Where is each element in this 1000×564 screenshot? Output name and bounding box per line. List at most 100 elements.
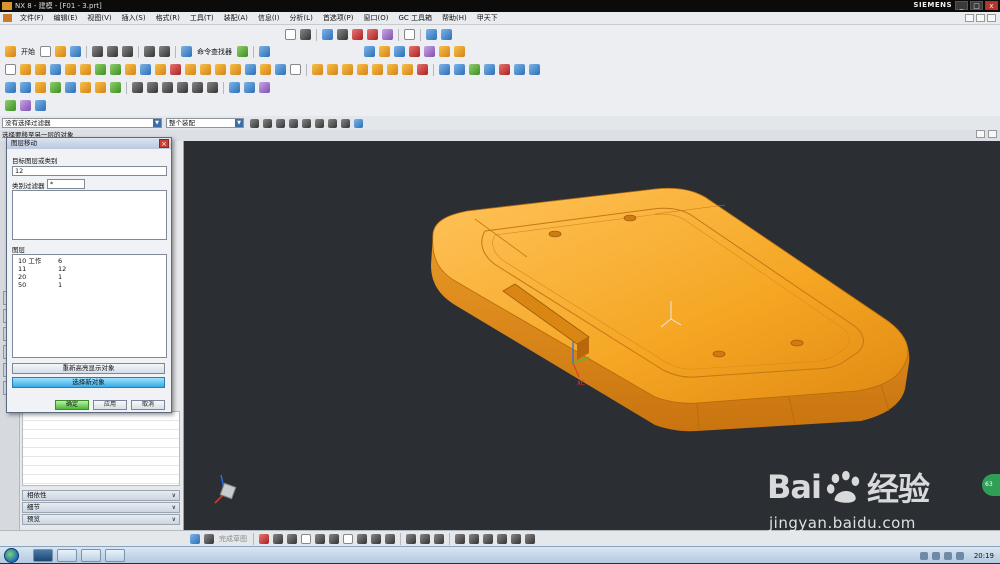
edit-object-display-icon[interactable] bbox=[439, 46, 450, 57]
snap-quadrant-icon[interactable] bbox=[302, 118, 311, 128]
face-color-icon[interactable] bbox=[352, 29, 363, 40]
taskbar-nx-icon[interactable] bbox=[33, 548, 53, 562]
start-orb-icon[interactable] bbox=[4, 547, 19, 563]
paste-icon[interactable] bbox=[122, 46, 133, 57]
arc-curve-icon[interactable] bbox=[20, 82, 31, 93]
edit-curve-icon[interactable] bbox=[162, 82, 173, 93]
layer-list[interactable]: 10 工作 6 11 12 20 1 50 1 bbox=[12, 254, 167, 358]
datum-plane-icon[interactable] bbox=[95, 64, 106, 75]
finish-sketch-icon[interactable] bbox=[204, 534, 214, 544]
sketch-fillet-icon[interactable] bbox=[315, 534, 325, 544]
orient-view-icon[interactable] bbox=[300, 29, 311, 40]
taskbar-browser-icon[interactable] bbox=[57, 548, 77, 562]
sync-move-face-icon[interactable] bbox=[312, 64, 323, 75]
apply-button[interactable]: 应用 bbox=[93, 400, 127, 410]
sync-replace-face-icon[interactable] bbox=[357, 64, 368, 75]
minimize-button[interactable]: _ bbox=[955, 1, 968, 10]
spline-icon[interactable] bbox=[35, 82, 46, 93]
side-float-badge[interactable]: 63 bbox=[982, 474, 1000, 496]
line-curve-icon[interactable] bbox=[5, 82, 16, 93]
tray-security-icon[interactable] bbox=[943, 551, 952, 560]
navigator-list[interactable] bbox=[22, 411, 180, 486]
n-sided-surface-icon[interactable] bbox=[484, 64, 495, 75]
layer-row[interactable]: 10 工作 6 bbox=[13, 257, 166, 265]
new-file-icon[interactable] bbox=[40, 46, 51, 57]
sketch-task-icon[interactable] bbox=[190, 534, 200, 544]
category-filter-input[interactable]: * bbox=[47, 179, 85, 189]
sketch-chamfer-icon[interactable] bbox=[329, 534, 339, 544]
cancel-button[interactable]: 取消 bbox=[131, 400, 165, 410]
boss-icon[interactable] bbox=[65, 64, 76, 75]
menu-information[interactable]: 信息(I) bbox=[253, 13, 285, 23]
taskbar-media-icon[interactable] bbox=[81, 548, 101, 562]
dependencies-panel[interactable]: 相依性 ∨ bbox=[22, 490, 180, 501]
type-filter-dropdown[interactable]: 没有选择过滤器 ▼ bbox=[2, 118, 162, 128]
start-icon[interactable] bbox=[5, 46, 16, 57]
menu-edit[interactable]: 编辑(E) bbox=[49, 13, 83, 23]
cue-restore-button[interactable] bbox=[976, 130, 985, 138]
layer-settings-icon[interactable] bbox=[409, 46, 420, 57]
menu-insert[interactable]: 插入(S) bbox=[117, 13, 151, 23]
menu-help[interactable]: 帮助(H) bbox=[437, 13, 472, 23]
background-icon[interactable] bbox=[404, 29, 415, 40]
snap-view-icon[interactable] bbox=[426, 29, 437, 40]
measure-body-icon[interactable] bbox=[259, 82, 270, 93]
sew-icon[interactable] bbox=[514, 64, 525, 75]
zoom-icon[interactable] bbox=[441, 29, 452, 40]
measure-angle-icon[interactable] bbox=[244, 82, 255, 93]
menu-view[interactable]: 视图(V) bbox=[82, 13, 116, 23]
sketch-arc-icon[interactable] bbox=[287, 534, 297, 544]
command-finder-button[interactable]: 命令查找器 bbox=[197, 47, 232, 57]
hide-icon[interactable] bbox=[454, 46, 465, 57]
copy-icon[interactable] bbox=[107, 46, 118, 57]
mdi-close-button[interactable] bbox=[987, 14, 996, 22]
tray-ime-icon[interactable] bbox=[955, 551, 964, 560]
fit-view-icon[interactable] bbox=[285, 29, 296, 40]
sync-cross-section-icon[interactable] bbox=[417, 64, 428, 75]
sync-offset-region-icon[interactable] bbox=[342, 64, 353, 75]
snap-midpoint-icon[interactable] bbox=[263, 118, 272, 128]
sketch-point-icon[interactable] bbox=[371, 534, 381, 544]
curve-length-icon[interactable] bbox=[177, 82, 188, 93]
move-to-layer-icon[interactable] bbox=[424, 46, 435, 57]
redo-icon[interactable] bbox=[159, 46, 170, 57]
offset-curve-icon[interactable] bbox=[50, 82, 61, 93]
layer-row[interactable]: 20 1 bbox=[13, 273, 166, 281]
split-body-icon[interactable] bbox=[185, 64, 196, 75]
menu-tools[interactable]: 工具(T) bbox=[185, 13, 219, 23]
snap-endpoint-icon[interactable] bbox=[250, 118, 259, 128]
category-list[interactable] bbox=[12, 190, 167, 240]
sketch-rectangle-icon[interactable] bbox=[343, 534, 353, 544]
part-navigator-icon[interactable] bbox=[364, 46, 375, 57]
offset-face-icon[interactable] bbox=[260, 64, 271, 75]
roles-icon[interactable] bbox=[237, 46, 248, 57]
alternate-solution-icon[interactable] bbox=[525, 534, 535, 544]
mdi-minimize-button[interactable] bbox=[965, 14, 974, 22]
geometric-constraint-icon[interactable] bbox=[469, 534, 479, 544]
sync-delete-face-icon[interactable] bbox=[372, 64, 383, 75]
snap-control-icon[interactable] bbox=[276, 118, 285, 128]
join-curve-icon[interactable] bbox=[110, 82, 121, 93]
sketch-circle-icon[interactable] bbox=[301, 534, 311, 544]
subtract-icon[interactable] bbox=[140, 64, 151, 75]
datum-axis-icon[interactable] bbox=[110, 64, 121, 75]
project-curve-icon[interactable] bbox=[65, 82, 76, 93]
bounded-plane-icon[interactable] bbox=[499, 64, 510, 75]
cursor-icon[interactable] bbox=[259, 46, 270, 57]
pocket-icon[interactable] bbox=[80, 64, 91, 75]
make-corner-icon[interactable] bbox=[434, 534, 444, 544]
pattern-icon[interactable] bbox=[275, 64, 286, 75]
sketch-icon[interactable] bbox=[5, 64, 16, 75]
undo-icon[interactable] bbox=[144, 46, 155, 57]
cut-icon[interactable] bbox=[92, 46, 103, 57]
cue-close-button[interactable] bbox=[988, 130, 997, 138]
measure-distance-icon[interactable] bbox=[229, 82, 240, 93]
show-constraints-icon[interactable] bbox=[483, 534, 493, 544]
trim-curve-icon[interactable] bbox=[132, 82, 143, 93]
selection-scope-dropdown[interactable]: 整个装配 ▼ bbox=[166, 118, 244, 128]
edge-blend-icon[interactable] bbox=[200, 64, 211, 75]
mirror-icon[interactable] bbox=[290, 64, 301, 75]
bridge-curve-icon[interactable] bbox=[95, 82, 106, 93]
snap-point-icon[interactable] bbox=[354, 118, 363, 128]
unite-icon[interactable] bbox=[125, 64, 136, 75]
